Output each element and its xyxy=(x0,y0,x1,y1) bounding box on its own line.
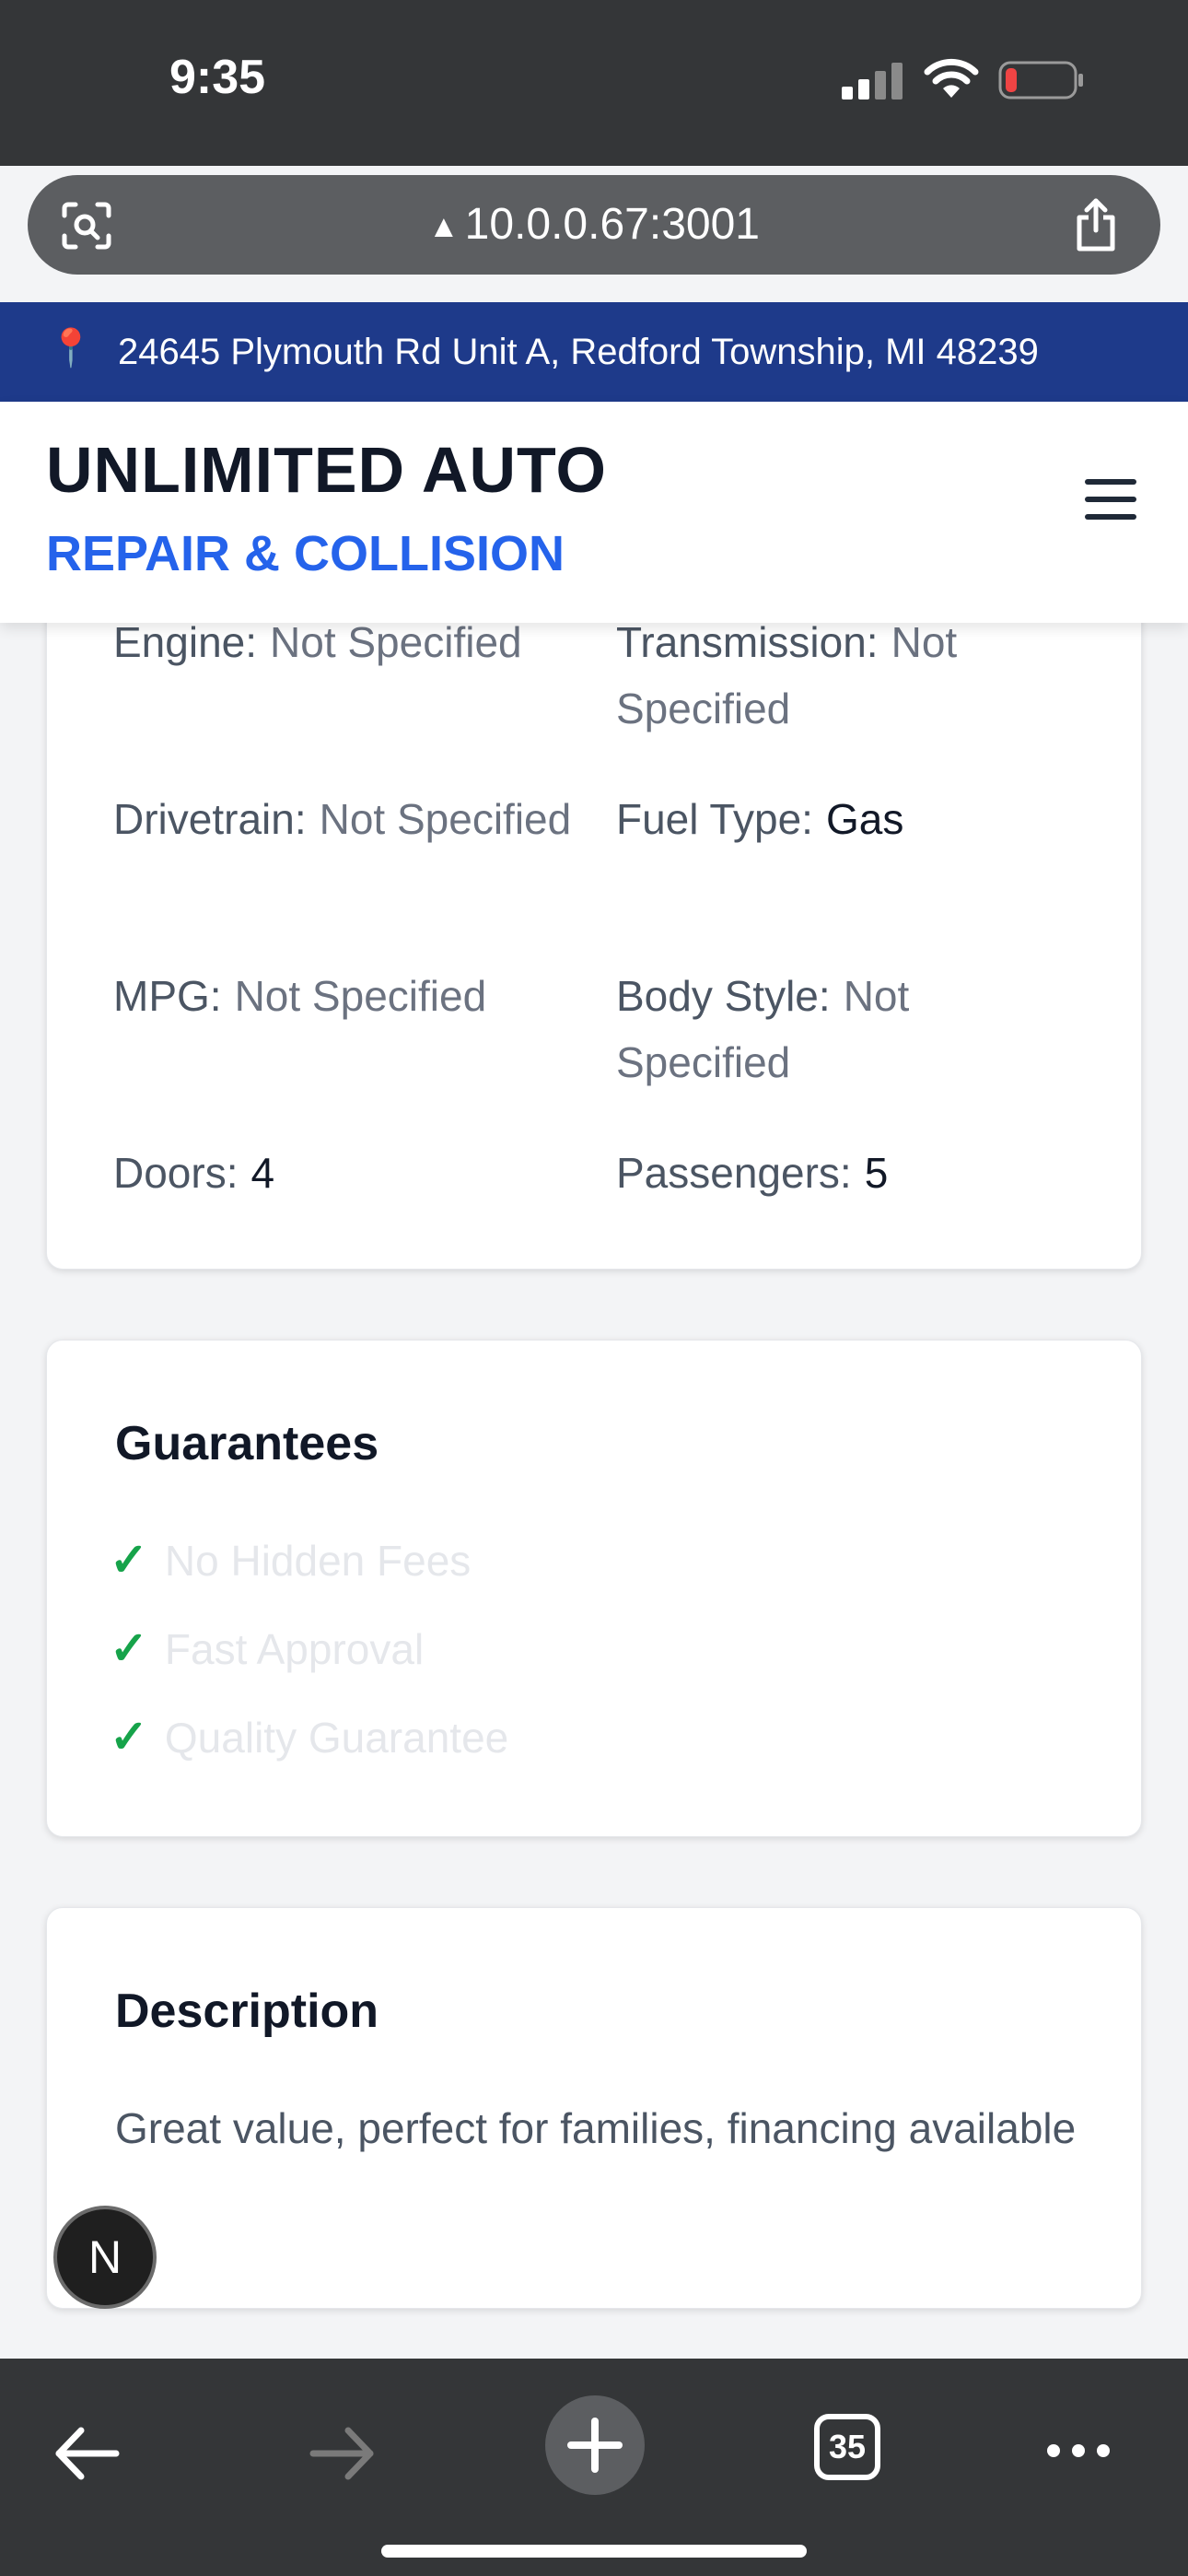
home-indicator[interactable] xyxy=(381,2545,807,2558)
address-text: 24645 Plymouth Rd Unit A, Redford Townsh… xyxy=(118,332,1039,372)
spec-mpg: MPG: Not Specified xyxy=(113,972,487,1020)
spec-body-style: Body Style: Not Specified xyxy=(616,972,910,1086)
nextjs-dev-badge[interactable]: N xyxy=(53,2206,157,2309)
url-text: 10.0.0.67:3001 xyxy=(464,200,760,249)
wifi-icon xyxy=(924,58,979,98)
share-icon[interactable] xyxy=(1072,197,1120,252)
guarantees-card: Guarantees ✓ No Hidden Fees ✓ Fast Approva… xyxy=(46,1340,1142,1837)
location-banner: 📍 24645 Plymouth Rd Unit A, Redford Town… xyxy=(0,302,1188,402)
specs-card: Engine: Not Specified Transmission: Not Sp… xyxy=(46,516,1142,1270)
guarantees-title: Guarantees xyxy=(115,1417,379,1470)
hamburger-menu-icon[interactable] xyxy=(1085,479,1136,521)
back-arrow-icon[interactable] xyxy=(37,2403,138,2504)
check-icon: ✓ xyxy=(110,1711,148,1762)
location-pin-icon: 📍 xyxy=(48,328,94,369)
new-tab-button[interactable] xyxy=(545,2395,645,2495)
warning-icon: ▲ xyxy=(428,209,460,245)
forward-arrow-icon[interactable] xyxy=(291,2403,392,2504)
url-bar[interactable]: ▲ 10.0.0.67:3001 xyxy=(28,175,1160,275)
plus-icon xyxy=(567,2418,623,2473)
status-time: 9:35 xyxy=(169,51,266,104)
spec-transmission: Transmission: Not Specified xyxy=(616,618,958,732)
guarantee-item: ✓ Fast Approval xyxy=(110,1622,425,1674)
spec-drivetrain: Drivetrain: Not Specified xyxy=(113,795,572,843)
more-options-icon[interactable] xyxy=(1046,2441,1111,2460)
url-display[interactable]: ▲ 10.0.0.67:3001 xyxy=(28,175,1160,275)
spec-passengers: Passengers: 5 xyxy=(616,1149,889,1197)
battery-icon xyxy=(998,61,1083,100)
browser-toolbar: 35 xyxy=(0,2359,1188,2576)
description-card: Description Great value, perfect for fam… xyxy=(46,1907,1142,2309)
spec-doors: Doors: 4 xyxy=(113,1149,275,1197)
guarantee-item: ✓ Quality Guarantee xyxy=(110,1711,509,1762)
brand-title[interactable]: UNLIMITED AUTO xyxy=(46,433,607,507)
spec-fuel-type: Fuel Type: Gas xyxy=(616,795,904,843)
description-title: Description xyxy=(115,1985,379,2038)
signal-icon xyxy=(842,63,903,100)
check-icon: ✓ xyxy=(110,1622,148,1674)
brand-subtitle[interactable]: REPAIR & COLLISION xyxy=(46,525,565,582)
description-text: Great value, perfect for families, finan… xyxy=(115,2104,1077,2152)
guarantee-item: ✓ No Hidden Fees xyxy=(110,1534,472,1586)
tabs-button[interactable]: 35 xyxy=(814,2414,880,2480)
check-icon: ✓ xyxy=(110,1534,148,1586)
status-bar: 9:35 ▲ 10.0.0.67:3001 xyxy=(0,0,1188,275)
